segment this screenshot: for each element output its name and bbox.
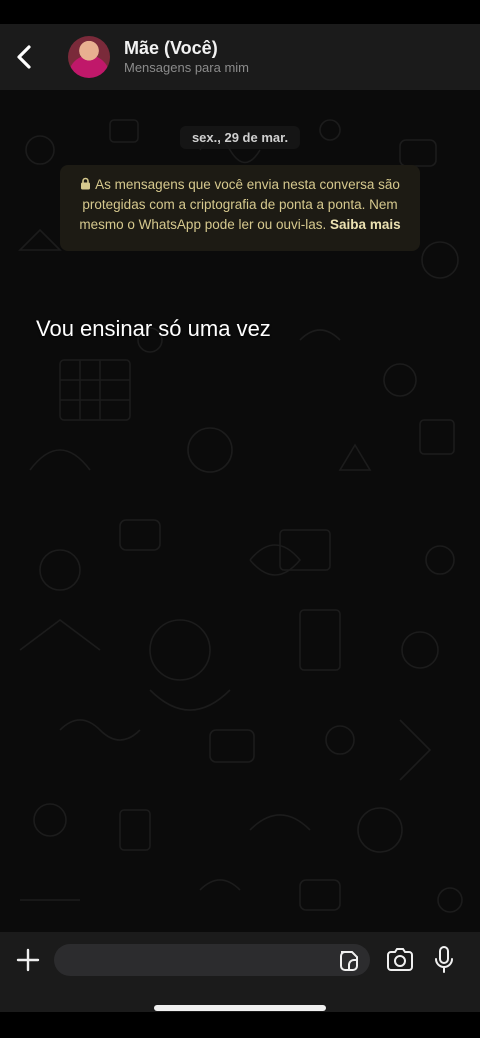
- chat-subtitle: Mensagens para mim: [124, 60, 249, 75]
- learn-more-link[interactable]: Saiba mais: [330, 217, 401, 232]
- home-indicator[interactable]: [154, 1005, 326, 1011]
- video-caption: Vou ensinar só uma vez: [36, 316, 271, 341]
- attach-button[interactable]: [8, 940, 48, 980]
- bottom-screen-edge: [0, 1012, 480, 1038]
- top-screen-edge: [0, 0, 480, 24]
- message-input[interactable]: [54, 944, 370, 976]
- date-separator: sex., 29 de mar.: [179, 126, 301, 149]
- avatar[interactable]: [68, 36, 110, 78]
- chat-title-block[interactable]: Mãe (Você) Mensagens para mim: [124, 37, 249, 77]
- chat-area[interactable]: sex., 29 de mar. As mensagens que você e…: [0, 90, 480, 932]
- message-composer: [0, 932, 480, 988]
- encryption-notice[interactable]: As mensagens que você envia nesta conver…: [60, 165, 420, 251]
- sticker-icon[interactable]: [336, 949, 360, 973]
- back-button[interactable]: [2, 24, 46, 90]
- chat-header: Mãe (Você) Mensagens para mim: [0, 24, 480, 90]
- chat-title: Mãe (Você): [124, 38, 218, 58]
- camera-icon: [387, 948, 413, 971]
- microphone-icon: [435, 946, 453, 973]
- chevron-left-icon: [17, 45, 31, 69]
- plus-icon: [16, 948, 40, 972]
- microphone-button[interactable]: [428, 944, 460, 976]
- lock-icon: [81, 177, 91, 190]
- camera-button[interactable]: [384, 944, 416, 976]
